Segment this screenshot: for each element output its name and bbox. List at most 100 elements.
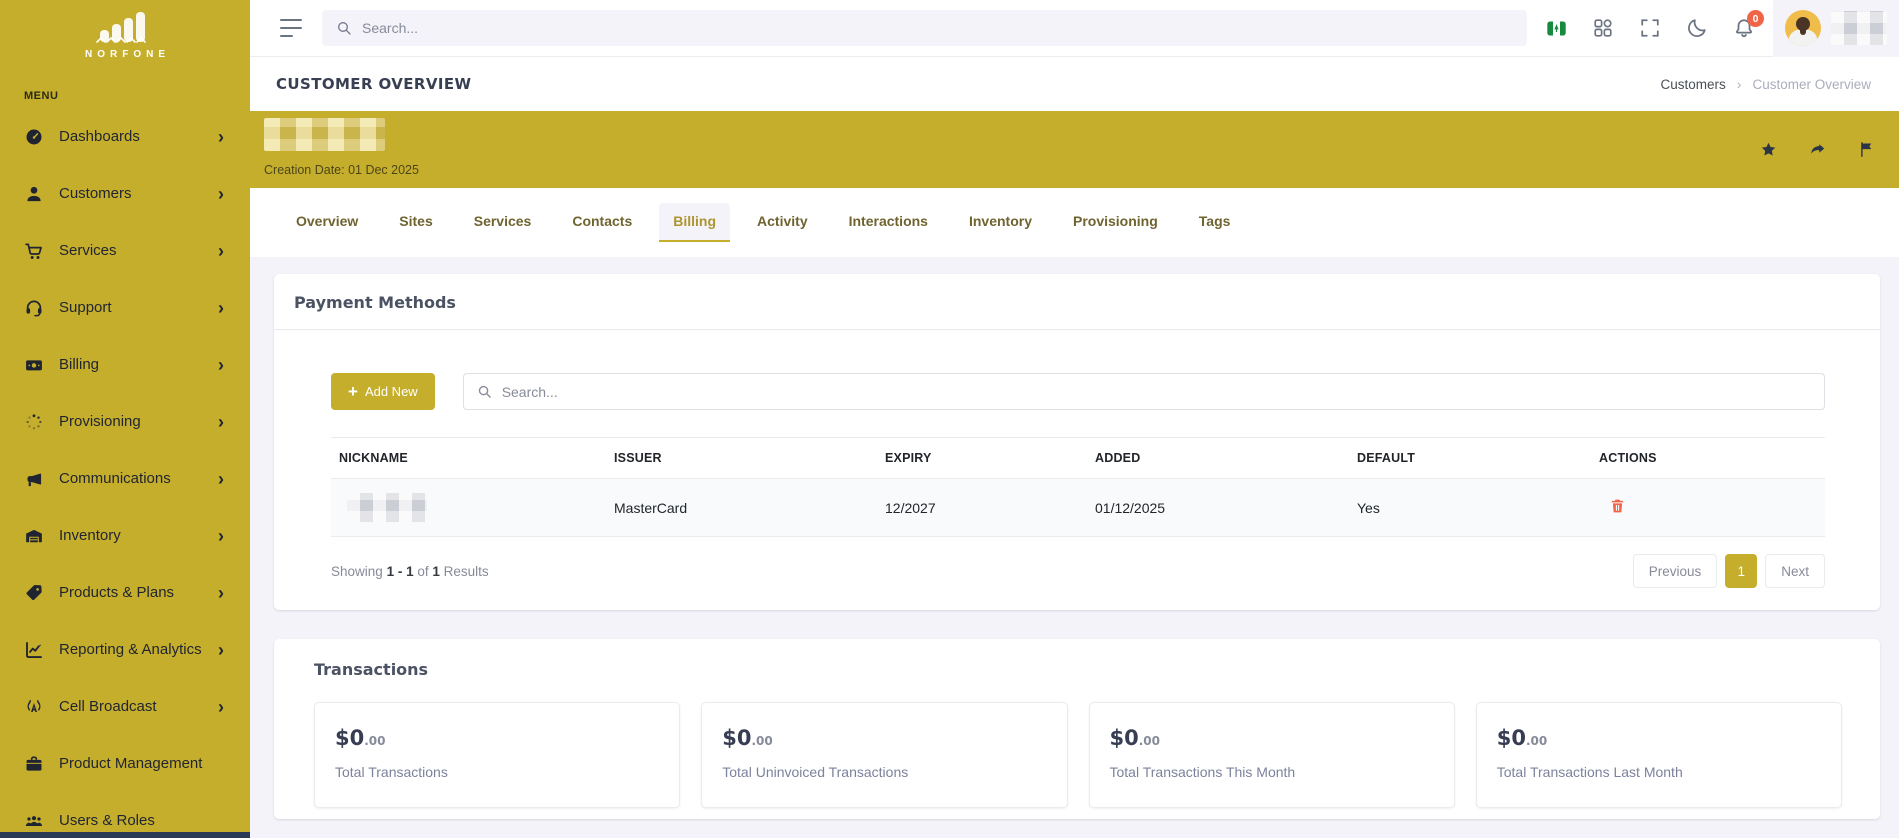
tab-overview[interactable]: Overview	[282, 203, 372, 242]
tab-tags[interactable]: Tags	[1185, 203, 1245, 242]
favorite-star-icon[interactable]	[1760, 141, 1777, 158]
stat-label: Total Transactions Last Month	[1496, 764, 1683, 780]
sidebar-item-billing[interactable]: Billing ›	[0, 336, 250, 393]
content-area: Payment Methods + Add New Search... NICK…	[250, 257, 1899, 838]
sidebar-item-provisioning[interactable]: Provisioning ›	[0, 393, 250, 450]
tab-services[interactable]: Services	[460, 203, 546, 242]
chevron-right-icon: ›	[218, 126, 224, 147]
chevron-right-icon: ›	[218, 525, 224, 546]
stat-card-total-transactions: $0.00 Total Transactions	[314, 702, 681, 808]
sidebar-item-reporting-analytics[interactable]: Reporting & Analytics ›	[0, 621, 250, 678]
page-number-button[interactable]: 1	[1725, 554, 1758, 588]
money-icon	[24, 355, 44, 375]
buildings-logo-icon	[0, 8, 250, 48]
sidebar-nav: Dashboards › Customers › Services › Supp…	[0, 108, 250, 838]
chevron-right-icon: ›	[218, 696, 224, 717]
nickname-redacted	[347, 493, 427, 522]
stat-label: Total Uninvoiced Transactions	[722, 764, 909, 780]
sidebar-item-label: Users & Roles	[59, 812, 155, 829]
table-search-input[interactable]	[501, 383, 1811, 400]
col-header-nickname: NICKNAME	[339, 451, 408, 465]
language-flag-icon[interactable]	[1546, 18, 1567, 39]
table-footer: Showing 1 - 1 of 1 Results Previous 1 Ne…	[331, 554, 1825, 588]
chevron-right-icon: ›	[218, 639, 224, 660]
col-header-default: DEFAULT	[1357, 451, 1416, 465]
megaphone-icon	[24, 469, 44, 489]
sidebar-item-support[interactable]: Support ›	[0, 279, 250, 336]
delete-trash-icon[interactable]	[1609, 497, 1626, 515]
sidebar-item-customers[interactable]: Customers ›	[0, 165, 250, 222]
username-redacted	[1831, 11, 1887, 45]
breadcrumb-parent-link[interactable]: Customers	[1661, 77, 1726, 92]
stat-card-transactions-this-month: $0.00 Total Transactions This Month	[1088, 702, 1455, 808]
sidebar-item-label: Products & Plans	[59, 584, 175, 601]
sidebar-item-inventory[interactable]: Inventory ›	[0, 507, 250, 564]
broadcast-icon	[24, 697, 44, 717]
sidebar-item-communications[interactable]: Communications ›	[0, 450, 250, 507]
sidebar-item-services[interactable]: Services ›	[0, 222, 250, 279]
tab-inventory[interactable]: Inventory	[955, 203, 1046, 242]
tab-billing[interactable]: Billing	[659, 203, 731, 242]
sidebar-item-cell-broadcast[interactable]: Cell Broadcast ›	[0, 678, 250, 735]
users-icon	[24, 811, 44, 831]
customer-tabs: Overview Sites Services Contacts Billing…	[250, 188, 1899, 257]
stat-amount: $0.00	[722, 726, 773, 750]
payment-methods-body: + Add New NICKNAME ISSUER EXPIRY	[274, 330, 1880, 610]
customer-banner: Creation Date: 01 Dec 2025	[250, 111, 1899, 188]
chevron-right-icon: ›	[218, 240, 224, 261]
next-page-button[interactable]: Next	[1765, 554, 1825, 588]
avatar	[1785, 10, 1821, 46]
previous-page-button[interactable]: Previous	[1632, 554, 1718, 588]
dark-mode-moon-icon[interactable]	[1686, 17, 1708, 39]
headset-icon	[24, 298, 44, 318]
breadcrumb-current: Customer Overview	[1752, 76, 1871, 92]
topbar: 0	[250, 0, 1899, 57]
page-header: CUSTOMER OVERVIEW Customers › Customer O…	[250, 57, 1899, 111]
plus-icon: +	[348, 382, 358, 401]
sidebar-item-product-management[interactable]: Product Management	[0, 735, 250, 792]
cell-added: 01/12/2025	[1095, 499, 1166, 516]
sidebar-item-label: Provisioning	[59, 413, 141, 430]
apps-grid-icon[interactable]	[1592, 17, 1614, 39]
chevron-right-icon: ›	[218, 297, 224, 318]
chevron-right-icon: ›	[218, 468, 224, 489]
gauge-icon	[24, 127, 44, 147]
cart-icon	[24, 241, 44, 261]
stat-card-transactions-last-month: $0.00 Total Transactions Last Month	[1475, 702, 1842, 808]
sidebar-item-products-plans[interactable]: Products & Plans ›	[0, 564, 250, 621]
cell-issuer: MasterCard	[614, 499, 688, 516]
table-row: MasterCard 12/2027 01/12/2025 Yes	[331, 479, 1825, 537]
search-input[interactable]	[362, 20, 1513, 36]
user-menu[interactable]	[1773, 0, 1899, 57]
results-summary: Showing 1 - 1 of 1 Results	[331, 563, 489, 579]
sidebar-item-dashboards[interactable]: Dashboards ›	[0, 108, 250, 165]
chevron-right-icon: ›	[218, 354, 224, 375]
breadcrumb: Customers › Customer Overview	[1661, 76, 1871, 92]
tab-interactions[interactable]: Interactions	[835, 203, 942, 242]
notification-count-badge: 0	[1747, 10, 1764, 27]
tab-sites[interactable]: Sites	[385, 203, 446, 242]
fullscreen-icon[interactable]	[1639, 17, 1661, 39]
add-new-label: Add New	[364, 384, 418, 399]
hamburger-menu-icon[interactable]	[280, 19, 304, 37]
sidebar-item-label: Services	[59, 242, 117, 259]
global-search	[322, 10, 1527, 46]
col-header-issuer: ISSUER	[614, 451, 662, 465]
chevron-right-icon: ›	[218, 582, 224, 603]
brand-logo[interactable]: NORFONE	[0, 0, 250, 60]
results-total: 1	[432, 563, 440, 579]
person-icon	[24, 184, 44, 204]
payment-methods-header: Payment Methods	[274, 274, 1880, 330]
tab-activity[interactable]: Activity	[743, 203, 822, 242]
sidebar-item-label: Reporting & Analytics	[59, 641, 202, 658]
notifications-bell-icon[interactable]: 0	[1733, 10, 1764, 39]
tab-provisioning[interactable]: Provisioning	[1059, 203, 1172, 242]
spinner-dots-icon	[24, 412, 44, 432]
add-new-button[interactable]: + Add New	[331, 373, 435, 410]
table-header-row: NICKNAME ISSUER EXPIRY ADDED DEFAULT ACT…	[331, 437, 1825, 479]
flag-marker-icon[interactable]	[1858, 141, 1875, 158]
share-arrow-icon[interactable]	[1809, 141, 1826, 158]
tab-contacts[interactable]: Contacts	[558, 203, 646, 242]
tag-icon	[24, 583, 44, 603]
sidebar-item-label: Dashboards	[59, 128, 140, 145]
